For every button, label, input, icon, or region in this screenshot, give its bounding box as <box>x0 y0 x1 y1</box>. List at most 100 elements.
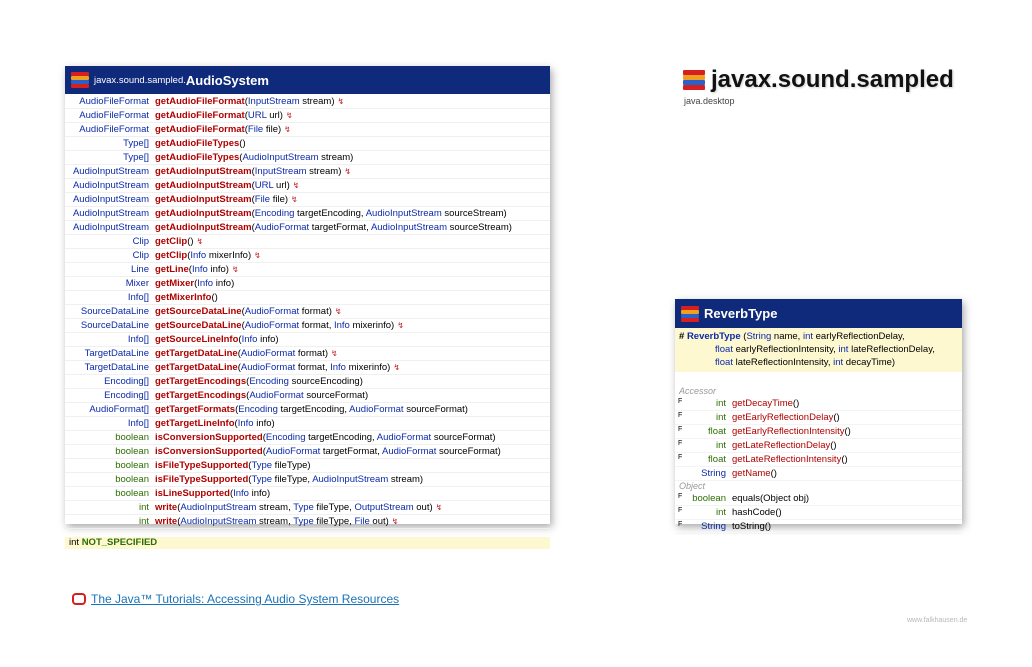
param-type[interactable]: Type <box>251 460 272 471</box>
method-name[interactable]: getAudioInputStream <box>155 165 252 178</box>
method-row[interactable]: AudioInputStream getAudioInputStream (Enc… <box>65 207 550 221</box>
method-name[interactable]: getAudioInputStream <box>155 193 252 206</box>
param-type[interactable]: Info <box>334 320 350 331</box>
method-row[interactable]: Info[] getMixerInfo () <box>65 291 550 305</box>
param-type[interactable]: AudioInputStream <box>366 208 442 219</box>
param-type[interactable]: AudioFormat <box>249 390 303 401</box>
audiosystem-header[interactable]: javax.sound.sampled. AudioSystem <box>65 66 550 94</box>
constant-row[interactable]: int NOT_SPECIFIED <box>65 537 550 549</box>
param-type[interactable]: AudioFormat <box>241 362 295 373</box>
param-type[interactable]: InputStream <box>255 166 307 177</box>
method-row[interactable]: boolean isConversionSupported (Encoding t… <box>65 431 550 445</box>
param-type[interactable]: int <box>838 344 848 355</box>
method-name[interactable]: getEarlyReflectionDelay <box>732 411 833 424</box>
method-name[interactable]: getSourceDataLine <box>155 319 242 332</box>
method-row[interactable]: AudioInputStream getAudioInputStream (Fil… <box>65 193 550 207</box>
method-name[interactable]: getTargetDataLine <box>155 361 238 374</box>
method-row[interactable]: SourceDataLine getSourceDataLine (AudioFo… <box>65 319 550 333</box>
method-name[interactable]: getMixerInfo <box>155 291 211 304</box>
param-type[interactable]: AudioFormat <box>382 446 436 457</box>
method-row[interactable]: AudioFileFormat getAudioFileFormat (Input… <box>65 95 550 109</box>
param-type[interactable]: int <box>833 357 843 368</box>
method-row[interactable]: int write (AudioInputStream stream, Type … <box>65 501 550 515</box>
method-name[interactable]: getAudioFileTypes <box>155 137 239 150</box>
method-name[interactable]: isConversionSupported <box>155 431 263 444</box>
param-type[interactable]: AudioFormat <box>266 446 320 457</box>
param-type[interactable]: AudioFormat <box>255 222 309 233</box>
method-row[interactable]: boolean isLineSupported (Info info) <box>65 487 550 501</box>
method-name[interactable]: getSourceDataLine <box>155 305 242 318</box>
reverbtype-header[interactable]: ReverbType <box>675 299 962 328</box>
constructor-block[interactable]: # ReverbType (String name, int earlyRefl… <box>675 328 962 372</box>
param-type[interactable]: Encoding <box>255 208 295 219</box>
method-name[interactable]: getDecayTime <box>732 397 793 410</box>
method-name[interactable]: getTargetEncodings <box>155 375 246 388</box>
param-type[interactable]: AudioFormat <box>241 348 295 359</box>
method-row[interactable]: AudioInputStream getAudioInputStream (Aud… <box>65 221 550 235</box>
param-type[interactable]: float <box>715 344 733 355</box>
method-name[interactable]: equals <box>732 492 760 505</box>
method-row[interactable]: AudioInputStream getAudioInputStream (URL… <box>65 179 550 193</box>
method-name[interactable]: getAudioFileFormat <box>155 109 245 122</box>
method-name[interactable]: write <box>155 501 177 514</box>
method-row[interactable]: String getName () <box>675 467 962 481</box>
method-name[interactable]: getAudioFileFormat <box>155 95 245 108</box>
param-type[interactable]: URL <box>248 110 267 121</box>
method-name[interactable]: isLineSupported <box>155 487 230 500</box>
method-row[interactable]: boolean isFileTypeSupported (Type fileTyp… <box>65 473 550 487</box>
param-type[interactable]: String <box>746 331 771 342</box>
method-row[interactable]: Fint getDecayTime () <box>675 397 962 411</box>
method-name[interactable]: getSourceLineInfo <box>155 333 238 346</box>
param-type[interactable]: AudioInputStream <box>242 152 318 163</box>
tutorial-link[interactable]: The Java™ Tutorials: Accessing Audio Sys… <box>91 592 399 606</box>
param-type[interactable]: File <box>255 194 270 205</box>
method-name[interactable]: getLine <box>155 263 189 276</box>
method-row[interactable]: TargetDataLine getTargetDataLine (AudioFo… <box>65 361 550 375</box>
method-name[interactable]: isFileTypeSupported <box>155 459 248 472</box>
param-type[interactable]: AudioInputStream <box>180 502 256 513</box>
method-row[interactable]: boolean isConversionSupported (AudioForma… <box>65 445 550 459</box>
param-type[interactable]: Encoding <box>238 404 278 415</box>
method-name[interactable]: getAudioInputStream <box>155 179 252 192</box>
method-row[interactable]: Info[] getTargetLineInfo (Info info) <box>65 417 550 431</box>
param-type[interactable]: File <box>248 124 263 135</box>
method-name[interactable]: getClip <box>155 249 187 262</box>
constructor-name[interactable]: ReverbType <box>687 331 743 342</box>
method-row[interactable]: Fint hashCode () <box>675 506 962 520</box>
param-type[interactable]: AudioInputStream <box>371 222 447 233</box>
param-type[interactable]: Info <box>242 334 258 345</box>
param-type[interactable]: Info <box>192 264 208 275</box>
param-type[interactable]: AudioFormat <box>377 432 431 443</box>
method-row[interactable]: Line getLine (Info info) ↯ <box>65 263 550 277</box>
param-type[interactable]: Type <box>293 516 314 527</box>
param-type[interactable]: float <box>715 357 733 368</box>
param-type[interactable]: AudioFormat <box>349 404 403 415</box>
method-name[interactable]: getName <box>732 467 771 480</box>
method-row[interactable]: Encoding[] getTargetEncodings (Encoding s… <box>65 375 550 389</box>
param-type[interactable]: Info <box>197 278 213 289</box>
method-row[interactable]: Type[] getAudioFileTypes () <box>65 137 550 151</box>
method-row[interactable]: Ffloat getEarlyReflectionIntensity () <box>675 425 962 439</box>
method-row[interactable]: Mixer getMixer (Info info) <box>65 277 550 291</box>
method-name[interactable]: getAudioFileFormat <box>155 123 245 136</box>
method-row[interactable]: AudioFileFormat getAudioFileFormat (URL u… <box>65 109 550 123</box>
param-type[interactable]: AudioFormat <box>245 320 299 331</box>
param-type[interactable]: Info <box>238 418 254 429</box>
param-type[interactable]: Encoding <box>249 376 289 387</box>
method-name[interactable]: getEarlyReflectionIntensity <box>732 425 844 438</box>
param-type[interactable]: OutputStream <box>354 502 413 513</box>
method-row[interactable]: boolean isFileTypeSupported (Type fileTyp… <box>65 459 550 473</box>
method-row[interactable]: F String toString () <box>675 520 962 534</box>
method-name[interactable]: getTargetFormats <box>155 403 235 416</box>
method-row[interactable]: TargetDataLine getTargetDataLine (AudioFo… <box>65 347 550 361</box>
param-type[interactable]: Info <box>330 362 346 373</box>
method-name[interactable]: getAudioInputStream <box>155 221 252 234</box>
param-type[interactable]: File <box>354 516 369 527</box>
param-type[interactable]: AudioInputStream <box>180 516 256 527</box>
method-name[interactable]: toString <box>732 520 765 533</box>
method-name[interactable]: getTargetDataLine <box>155 347 238 360</box>
method-row[interactable]: SourceDataLine getSourceDataLine (AudioFo… <box>65 305 550 319</box>
method-name[interactable]: isConversionSupported <box>155 445 263 458</box>
method-row[interactable]: Clip getClip () ↯ <box>65 235 550 249</box>
method-row[interactable]: AudioFileFormat getAudioFileFormat (File … <box>65 123 550 137</box>
